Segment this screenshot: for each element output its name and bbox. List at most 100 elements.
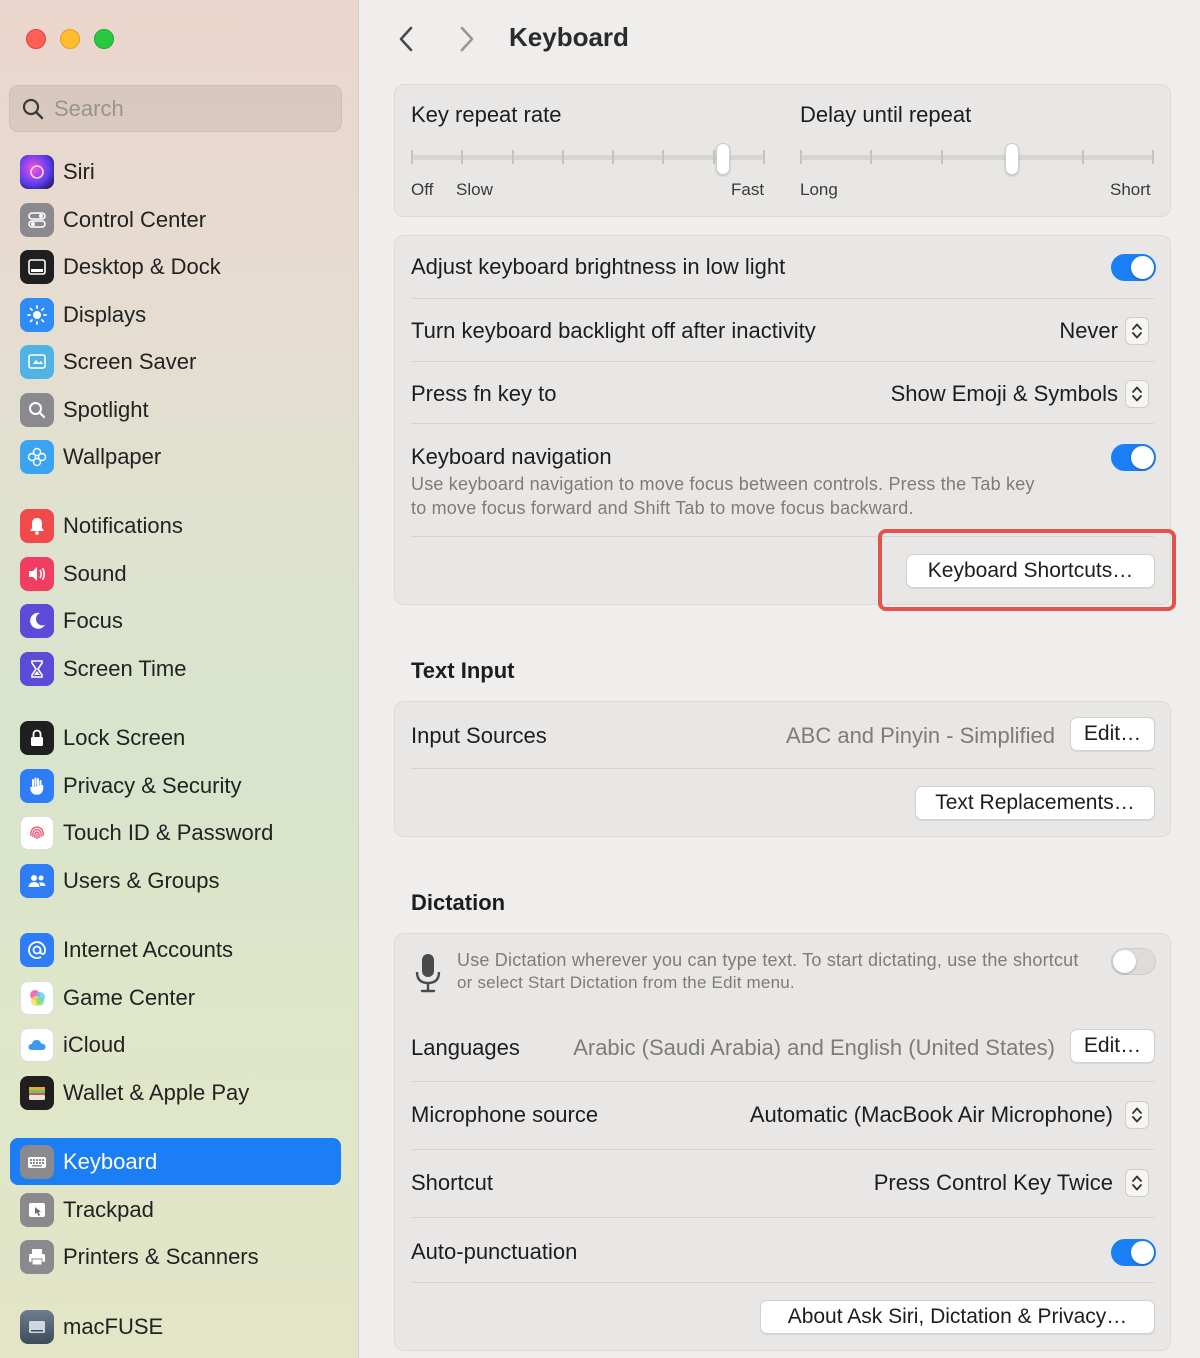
slider-tick — [870, 150, 872, 164]
keyboard-navigation-description-line-1: Use keyboard navigation to move focus be… — [411, 474, 1035, 494]
dictation-panel: Use Dictation wherever you can type text… — [394, 933, 1171, 1351]
sidebar-item-printers[interactable]: Printers & Scanners — [10, 1233, 341, 1280]
sidebar-item-keyboard[interactable]: Keyboard — [10, 1138, 341, 1185]
sidebar-item-screen-saver[interactable]: Screen Saver — [10, 338, 341, 385]
search-field[interactable] — [9, 85, 342, 132]
keyboard-icon — [20, 1144, 54, 1179]
sidebar-item-focus[interactable]: Focus — [10, 597, 341, 644]
chevron-up-down-icon — [1132, 386, 1142, 402]
brightness-toggle[interactable] — [1111, 254, 1156, 281]
sidebar-item-desktop-dock[interactable]: Desktop & Dock — [10, 243, 341, 290]
zoom-window-button[interactable] — [94, 29, 114, 49]
shortcut-popup-button[interactable] — [1125, 1169, 1149, 1197]
divider — [411, 1081, 1154, 1082]
backlight-popup-button[interactable] — [1125, 317, 1149, 345]
languages-edit-button[interactable]: Edit… — [1070, 1029, 1155, 1063]
fn-key-value[interactable]: Show Emoji & Symbols — [891, 381, 1118, 407]
microphone-icon — [415, 954, 441, 993]
sidebar-item-notifications[interactable]: Notifications — [10, 502, 341, 549]
highlight-box — [878, 529, 1176, 611]
sidebar-item-touch-id[interactable]: Touch ID & Password — [10, 809, 341, 856]
fn-key-popup-button[interactable] — [1125, 380, 1149, 408]
microphone-source-popup-button[interactable] — [1125, 1101, 1149, 1129]
sidebar-item-lock-screen[interactable]: Lock Screen — [10, 714, 341, 761]
chevron-up-down-icon — [1132, 323, 1142, 339]
macfuse-icon — [20, 1309, 54, 1344]
sidebar-item-control-center[interactable]: Control Center — [10, 196, 341, 243]
sidebar-item-label: Game Center — [63, 984, 196, 1010]
sidebar-item-screen-time[interactable]: Screen Time — [10, 645, 341, 692]
text-replacements-button[interactable]: Text Replacements… — [915, 786, 1155, 820]
slider-knob[interactable] — [716, 143, 730, 175]
sidebar-item-game-center[interactable]: Game Center — [10, 974, 341, 1021]
search-input[interactable] — [54, 95, 324, 122]
sidebar-item-label: Screen Saver — [63, 348, 197, 374]
auto-punctuation-toggle[interactable] — [1111, 1239, 1156, 1266]
slider-tick — [1082, 150, 1084, 164]
slider-tick — [512, 150, 514, 164]
key-repeat-slider[interactable] — [411, 143, 765, 175]
moon-icon — [20, 603, 54, 638]
sidebar-item-displays[interactable]: Displays — [10, 291, 341, 338]
sidebar-item-wallpaper[interactable]: Wallpaper — [10, 433, 341, 480]
delay-repeat-slider[interactable] — [800, 143, 1154, 175]
sidebar-item-internet-accounts[interactable]: Internet Accounts — [10, 926, 341, 973]
game-center-icon — [20, 980, 54, 1015]
cloud-icon — [20, 1027, 54, 1062]
keyboard-navigation-toggle[interactable] — [1111, 444, 1156, 471]
text-input-panel: Input Sources ABC and Pinyin - Simplifie… — [394, 701, 1171, 837]
sidebar-item-siri[interactable]: Siri — [10, 148, 341, 195]
sidebar-item-trackpad[interactable]: Trackpad — [10, 1186, 341, 1233]
shortcut-value[interactable]: Press Control Key Twice — [874, 1170, 1113, 1196]
speaker-icon — [20, 556, 54, 591]
dictation-description-line-1: Use Dictation wherever you can type text… — [457, 950, 1079, 970]
sidebar-item-users-groups[interactable]: Users & Groups — [10, 857, 341, 904]
sidebar-item-wallet[interactable]: Wallet & Apple Pay — [10, 1069, 341, 1116]
close-window-button[interactable] — [26, 29, 46, 49]
sidebar-item-label: Keyboard — [63, 1148, 158, 1174]
dictation-description-line-2: or select Start Dictation from the Edit … — [457, 973, 795, 992]
backlight-value[interactable]: Never — [1059, 318, 1118, 344]
sidebar-item-label: Wallet & Apple Pay — [63, 1079, 250, 1105]
sidebar-item-privacy-security[interactable]: Privacy & Security — [10, 762, 341, 809]
microphone-source-value[interactable]: Automatic (MacBook Air Microphone) — [750, 1102, 1113, 1128]
sidebar-item-spotlight[interactable]: Spotlight — [10, 386, 341, 433]
keyboard-navigation-description-line-2: to move focus forward and Shift Tab to m… — [411, 498, 914, 518]
sidebar-item-label: Control Center — [63, 206, 207, 232]
microphone-source-label: Microphone source — [411, 1102, 599, 1127]
slider-tick — [612, 150, 614, 164]
slider-track — [800, 155, 1154, 160]
sidebar-item-icloud[interactable]: iCloud — [10, 1021, 341, 1068]
languages-label: Languages — [411, 1035, 520, 1060]
sidebar-item-label: iCloud — [63, 1031, 126, 1057]
sidebar-item-sound[interactable]: Sound — [10, 550, 341, 597]
sidebar-item-label: Wallpaper — [63, 443, 162, 469]
sidebar-item-label: Users & Groups — [63, 867, 220, 893]
minimize-window-button[interactable] — [60, 29, 80, 49]
sidebar-item-macfuse[interactable]: macFUSE — [10, 1303, 341, 1350]
bell-icon — [20, 508, 54, 543]
siri-icon — [20, 154, 54, 189]
key-repeat-fast-label: Fast — [731, 180, 765, 199]
about-siri-dictation-privacy-button[interactable]: About Ask Siri, Dictation & Privacy… — [760, 1300, 1155, 1334]
input-sources-edit-button[interactable]: Edit… — [1070, 717, 1155, 751]
delay-short-label: Short — [1110, 180, 1151, 199]
chevron-up-down-icon — [1132, 1175, 1142, 1191]
sidebar-item-label: Sound — [63, 560, 127, 586]
magnifier-icon — [20, 392, 54, 427]
dictation-toggle[interactable] — [1111, 948, 1156, 975]
sidebar-item-label: Notifications — [63, 512, 183, 538]
dictation-section-title: Dictation — [411, 890, 506, 915]
forward-button[interactable] — [452, 22, 482, 56]
input-sources-value: ABC and Pinyin - Simplified — [785, 723, 1055, 748]
sidebar-item-label: Lock Screen — [63, 724, 186, 750]
slider-knob[interactable] — [1005, 143, 1019, 175]
back-button[interactable] — [391, 22, 421, 56]
chevron-left-icon — [399, 26, 413, 52]
keyboard-navigation-label: Keyboard navigation — [411, 444, 612, 469]
main-content: Keyboard Key repeat rate Off Slow Fast D… — [360, 0, 1200, 1358]
sidebar-item-label: Desktop & Dock — [63, 253, 221, 279]
fn-key-label: Press fn key to — [411, 381, 557, 406]
hourglass-icon — [20, 651, 54, 686]
chevron-right-icon — [460, 26, 474, 52]
